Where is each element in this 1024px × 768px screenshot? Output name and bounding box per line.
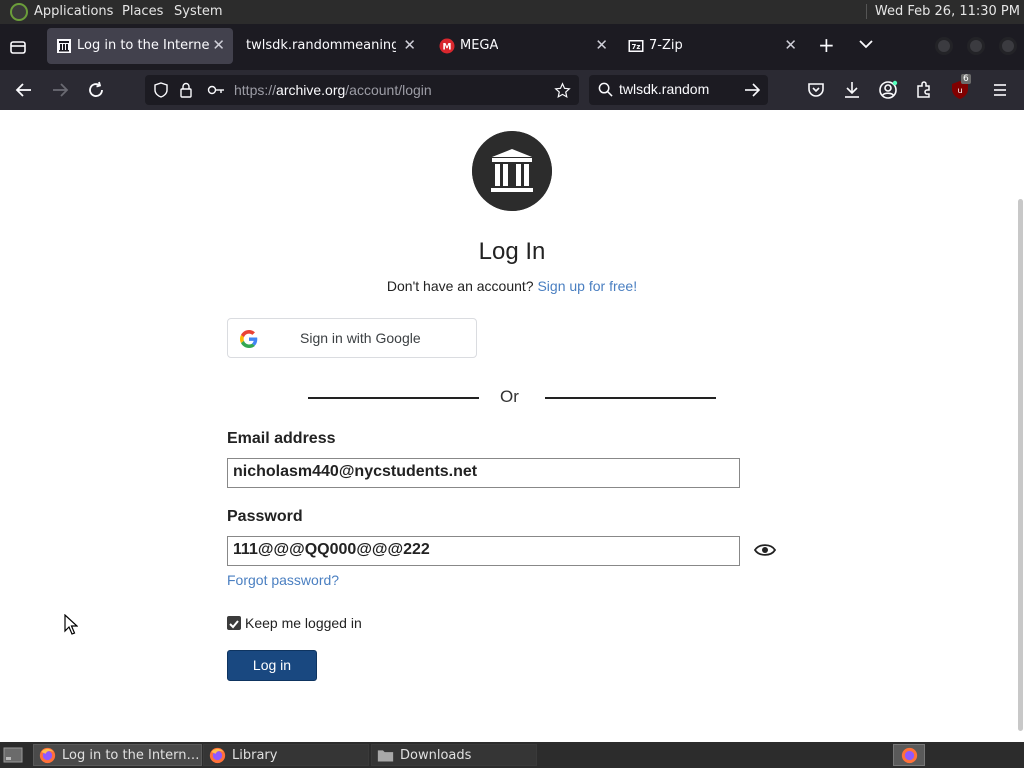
taskbar-item-label: Downloads bbox=[400, 748, 472, 763]
checkmark-icon bbox=[229, 620, 239, 629]
close-tab-icon[interactable]: ✕ bbox=[784, 36, 797, 54]
page-title: Log In bbox=[478, 238, 546, 265]
back-arrow-icon[interactable] bbox=[14, 80, 34, 100]
navigation-toolbar: https://archive.org/account/login twlsdk… bbox=[0, 70, 1024, 110]
chevron-down-icon[interactable] bbox=[858, 36, 874, 52]
tab-strip: Log in to the Internet A ✕ twlsdk.random… bbox=[0, 24, 1024, 70]
divider-left bbox=[308, 397, 479, 399]
distro-logo-icon[interactable] bbox=[10, 3, 28, 21]
downloads-icon[interactable] bbox=[842, 80, 862, 100]
pocket-icon[interactable] bbox=[806, 80, 826, 100]
svg-text:u: u bbox=[957, 86, 962, 95]
close-tab-icon[interactable]: ✕ bbox=[212, 36, 225, 54]
internet-archive-logo-icon[interactable] bbox=[472, 131, 552, 211]
url-text[interactable]: https://archive.org/account/login bbox=[234, 82, 432, 98]
svg-text:M: M bbox=[443, 43, 452, 53]
bookmark-star-icon[interactable] bbox=[554, 82, 571, 99]
folder-icon bbox=[377, 750, 394, 762]
tab-archive-login[interactable]: Log in to the Internet A ✕ bbox=[47, 28, 233, 64]
or-divider-text: Or bbox=[500, 387, 519, 406]
divider-right bbox=[545, 397, 716, 399]
firefox-icon bbox=[39, 747, 56, 764]
bottom-taskbar: Log in to the Intern… Library Downloads bbox=[0, 742, 1024, 768]
password-label: Password bbox=[227, 508, 303, 525]
tab-title: 7-Zip bbox=[649, 38, 683, 53]
tab-title: twlsdk.randommeaningle bbox=[246, 38, 396, 53]
search-icon bbox=[598, 82, 613, 97]
menu-applications[interactable]: Applications bbox=[34, 4, 113, 19]
account-icon[interactable] bbox=[878, 80, 898, 100]
workspace-switcher[interactable] bbox=[893, 744, 925, 766]
tracking-shield-icon[interactable] bbox=[153, 82, 169, 98]
mega-icon: M bbox=[439, 38, 455, 54]
login-button[interactable]: Log in bbox=[227, 650, 317, 681]
firefox-icon bbox=[901, 747, 918, 764]
page-content: Log In Don't have an account? Sign up fo… bbox=[0, 110, 1024, 742]
page-scrollbar[interactable] bbox=[1018, 199, 1023, 731]
taskbar-item-label: Log in to the Intern… bbox=[62, 748, 200, 763]
google-signin-label: Sign in with Google bbox=[300, 330, 421, 346]
tab-7zip[interactable]: 7z 7-Zip ✕ bbox=[619, 28, 805, 64]
menu-places[interactable]: Places bbox=[122, 4, 163, 19]
clock[interactable]: Wed Feb 26, 11:30 PM bbox=[865, 4, 1020, 19]
ublock-extension-button[interactable]: u 6 bbox=[950, 74, 972, 102]
google-signin-button[interactable]: Sign in with Google bbox=[227, 318, 477, 358]
extensions-puzzle-icon[interactable] bbox=[914, 80, 934, 100]
tab-mega[interactable]: M MEGA ✕ bbox=[430, 28, 616, 64]
svg-text:7z: 7z bbox=[632, 43, 641, 51]
taskbar-item-archive-login[interactable]: Log in to the Intern… bbox=[33, 744, 202, 766]
password-field[interactable]: 111@@@QQ000@@@222 bbox=[227, 536, 740, 566]
no-account-text: Don't have an account? bbox=[386, 278, 534, 294]
7zip-icon: 7z bbox=[628, 40, 644, 52]
list-all-tabs-icon[interactable] bbox=[8, 37, 28, 57]
address-bar[interactable]: https://archive.org/account/login bbox=[145, 75, 579, 105]
forward-arrow-icon[interactable] bbox=[50, 80, 70, 100]
url-scheme: https:// bbox=[234, 82, 277, 98]
lock-icon[interactable] bbox=[179, 82, 193, 98]
maximize-window-button[interactable] bbox=[967, 37, 985, 55]
url-host: archive.org bbox=[276, 82, 346, 98]
firefox-icon bbox=[209, 747, 226, 764]
google-g-icon bbox=[240, 330, 258, 348]
system-top-panel: Applications Places System Wed Feb 26, 1… bbox=[0, 0, 1024, 24]
reload-icon[interactable] bbox=[86, 80, 106, 100]
extension-badge: 6 bbox=[961, 74, 971, 84]
tab-twlsdk[interactable]: twlsdk.randommeaningle ✕ bbox=[238, 28, 424, 64]
taskbar-item-library[interactable]: Library bbox=[203, 744, 369, 766]
signup-prompt: Don't have an account? Sign up for free! bbox=[0, 278, 1024, 294]
keep-logged-in-label[interactable]: Keep me logged in bbox=[245, 615, 362, 631]
archive-icon bbox=[57, 39, 71, 53]
keep-logged-in-checkbox[interactable] bbox=[227, 616, 241, 630]
minimize-window-button[interactable] bbox=[935, 37, 953, 55]
show-desktop-icon[interactable] bbox=[3, 747, 23, 763]
close-tab-icon[interactable]: ✕ bbox=[403, 36, 416, 54]
key-icon[interactable] bbox=[207, 84, 225, 96]
tab-title: Log in to the Internet A bbox=[77, 38, 209, 53]
taskbar-item-label: Library bbox=[232, 748, 278, 763]
new-tab-plus-icon[interactable]: + bbox=[818, 35, 835, 55]
signup-link[interactable]: Sign up for free! bbox=[537, 278, 637, 294]
email-label: Email address bbox=[227, 430, 336, 447]
close-tab-icon[interactable]: ✕ bbox=[595, 36, 608, 54]
show-password-eye-icon[interactable] bbox=[754, 543, 776, 557]
menu-system[interactable]: System bbox=[174, 4, 222, 19]
taskbar-item-downloads[interactable]: Downloads bbox=[371, 744, 537, 766]
search-input[interactable]: twlsdk.random bbox=[619, 81, 709, 97]
url-path: /account/login bbox=[345, 82, 432, 98]
tab-title: MEGA bbox=[460, 38, 499, 53]
mouse-cursor-icon bbox=[64, 614, 78, 635]
email-field[interactable]: nicholasm440@nycstudents.net bbox=[227, 458, 740, 488]
go-arrow-icon[interactable] bbox=[744, 83, 760, 97]
search-bar[interactable]: twlsdk.random bbox=[589, 75, 768, 105]
forgot-password-link[interactable]: Forgot password? bbox=[227, 572, 339, 588]
close-window-button[interactable] bbox=[999, 37, 1017, 55]
hamburger-menu-icon[interactable] bbox=[990, 80, 1010, 100]
